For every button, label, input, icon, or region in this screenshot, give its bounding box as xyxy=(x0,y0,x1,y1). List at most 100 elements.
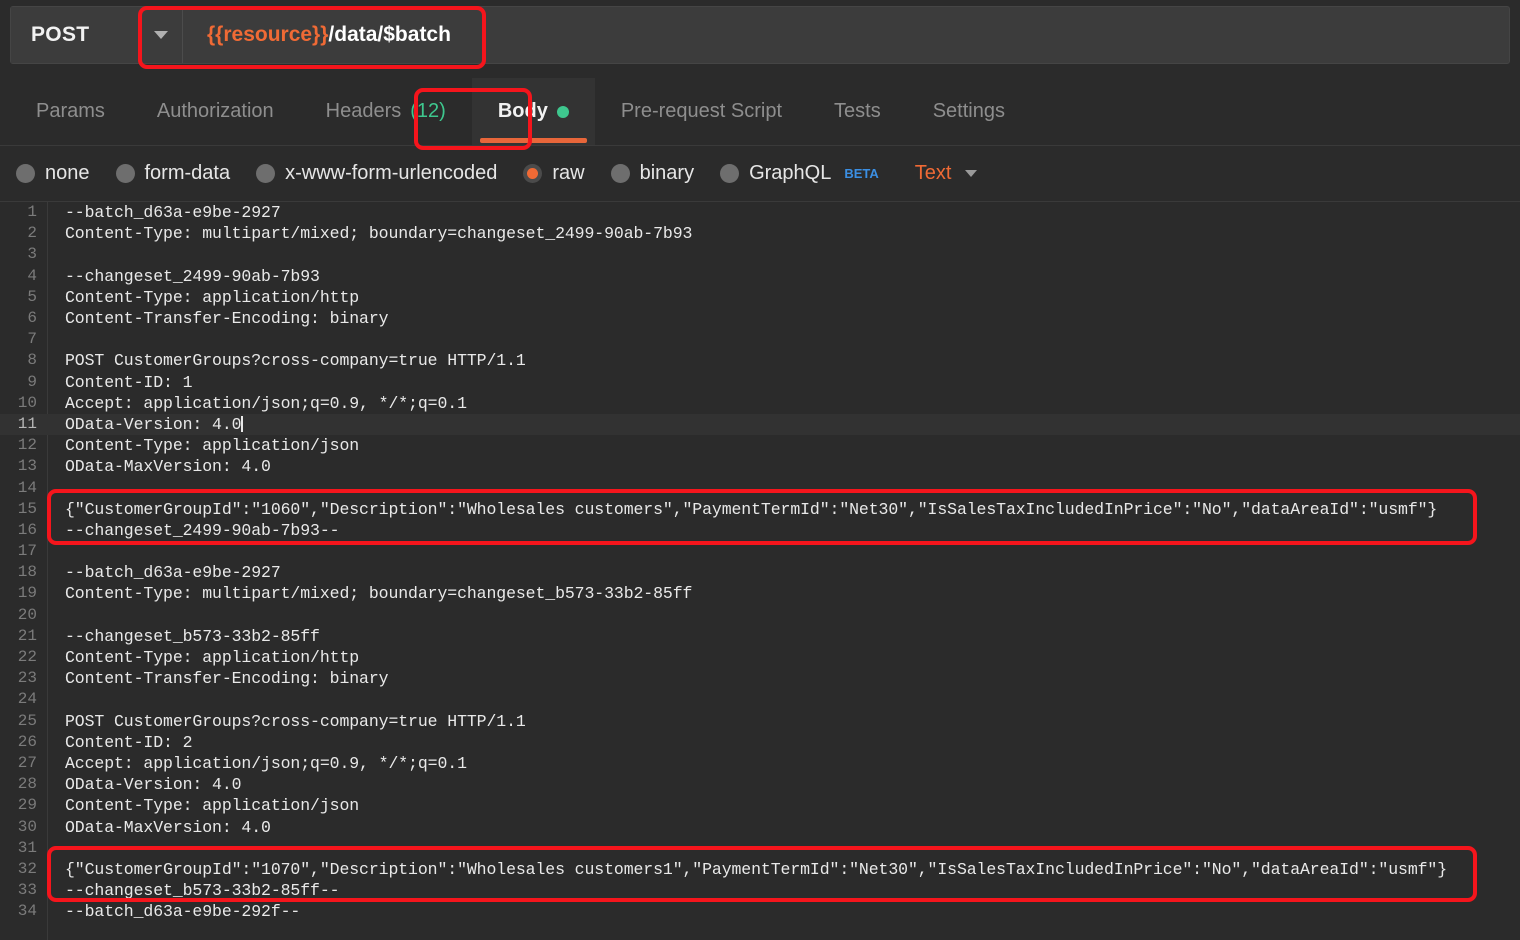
raw-body-editor[interactable]: 1 --batch_d63a-e9be-2927 2 Content-Type: mu… xyxy=(0,202,1520,940)
http-method-label[interactable]: POST xyxy=(11,7,139,63)
code-line[interactable]: 14 xyxy=(0,477,1520,498)
line-text: Content-Transfer-Encoding: binary xyxy=(65,309,389,329)
line-text: Content-Type: multipart/mixed; boundary=… xyxy=(65,224,693,244)
line-number: 3 xyxy=(27,245,37,264)
code-line[interactable]: 11 OData-Version: 4.0 xyxy=(0,413,1520,436)
line-number: 21 xyxy=(17,626,37,645)
line-number: 10 xyxy=(17,393,37,412)
body-type-graphql-label: GraphQL xyxy=(749,162,832,184)
code-line[interactable]: 6 Content-Transfer-Encoding: binary xyxy=(0,308,1520,329)
code-line[interactable]: 28 OData-Version: 4.0 xyxy=(0,774,1520,795)
line-number: 25 xyxy=(17,711,37,730)
line-number: 11 xyxy=(17,414,37,433)
line-text: OData-Version: 4.0 xyxy=(65,775,242,795)
code-line[interactable]: 21 --changeset_b573-33b2-85ff xyxy=(0,626,1520,647)
code-line[interactable]: 3 xyxy=(0,244,1520,265)
line-number: 2 xyxy=(27,224,37,243)
code-line[interactable]: 30 OData-MaxVersion: 4.0 xyxy=(0,816,1520,837)
code-line[interactable]: 26 Content-ID: 2 xyxy=(0,732,1520,753)
tab-authorization[interactable]: Authorization xyxy=(131,78,300,145)
code-line[interactable]: 16 --changeset_2499-90ab-7b93-- xyxy=(0,520,1520,541)
line-number: 16 xyxy=(17,520,37,539)
code-line[interactable]: 19 Content-Type: multipart/mixed; boundar… xyxy=(0,583,1520,604)
code-line[interactable]: 22 Content-Type: application/http xyxy=(0,647,1520,668)
body-type-raw-label: raw xyxy=(552,162,585,184)
code-line[interactable]: 32 {"CustomerGroupId":"1070","Description… xyxy=(0,859,1520,880)
code-line[interactable]: 23 Content-Transfer-Encoding: binary xyxy=(0,668,1520,689)
line-text: Accept: application/json;q=0.9, */*;q=0.… xyxy=(65,753,467,773)
code-line[interactable]: 34 --batch_d63a-e9be-292f-- xyxy=(0,901,1520,922)
line-text: {"CustomerGroupId":"1060","Description":… xyxy=(65,499,1438,519)
code-line[interactable]: 10 Accept: application/json;q=0.9, */*;q=… xyxy=(0,393,1520,414)
code-line[interactable]: 15 {"CustomerGroupId":"1060","Description… xyxy=(0,499,1520,520)
code-line[interactable]: 17 xyxy=(0,541,1520,562)
body-type-options: none form-data x-www-form-urlencoded raw… xyxy=(0,146,1520,202)
code-line[interactable]: 9 Content-ID: 1 xyxy=(0,372,1520,393)
body-type-none[interactable]: none xyxy=(16,162,90,185)
line-number: 4 xyxy=(27,266,37,285)
postman-request-pane: POST {{resource}}/data/$batch Params Aut… xyxy=(0,0,1520,940)
code-line[interactable]: 29 Content-Type: application/json xyxy=(0,795,1520,816)
tab-body-label: Body xyxy=(497,100,548,122)
tab-headers[interactable]: Headers (12) xyxy=(300,78,472,145)
code-line[interactable]: 12 Content-Type: application/json xyxy=(0,435,1520,456)
code-line[interactable]: 8 POST CustomerGroups?cross-company=true … xyxy=(0,350,1520,371)
code-line[interactable]: 33 --changeset_b573-33b2-85ff-- xyxy=(0,880,1520,901)
line-text: OData-Version: 4.0 xyxy=(65,414,243,434)
body-type-binary-label: binary xyxy=(639,162,695,184)
line-number: 15 xyxy=(17,499,37,518)
code-line[interactable]: 2 Content-Type: multipart/mixed; boundary… xyxy=(0,223,1520,244)
url-bar-inner: POST {{resource}}/data/$batch xyxy=(10,6,1510,64)
tab-params[interactable]: Params xyxy=(10,78,131,145)
tab-tests[interactable]: Tests xyxy=(808,78,907,145)
line-text: Content-ID: 2 xyxy=(65,732,193,752)
url-variable-token: {{resource}} xyxy=(207,23,329,46)
tab-settings-label: Settings xyxy=(932,100,1005,122)
code-line[interactable]: 18 --batch_d63a-e9be-2927 xyxy=(0,562,1520,583)
tab-settings[interactable]: Settings xyxy=(907,78,1031,145)
code-line[interactable]: 25 POST CustomerGroups?cross-company=true… xyxy=(0,711,1520,732)
tab-headers-label: Headers xyxy=(325,100,402,122)
body-type-form-data-label: form-data xyxy=(144,162,231,184)
tab-pre-request-script-label: Pre-request Script xyxy=(620,100,783,122)
code-line[interactable]: 5 Content-Type: application/http xyxy=(0,287,1520,308)
code-line[interactable]: 13 OData-MaxVersion: 4.0 xyxy=(0,456,1520,477)
line-text: POST CustomerGroups?cross-company=true H… xyxy=(65,351,526,371)
line-number: 34 xyxy=(17,902,37,921)
radio-icon xyxy=(610,164,630,183)
url-input[interactable]: {{resource}}/data/$batch xyxy=(183,7,1509,63)
body-type-x-www-form-urlencoded[interactable]: x-www-form-urlencoded xyxy=(256,162,497,185)
line-number: 22 xyxy=(17,648,37,667)
line-text: Content-Type: application/json xyxy=(65,436,360,456)
line-number: 9 xyxy=(27,372,37,391)
code-line[interactable]: 20 xyxy=(0,605,1520,626)
line-number: 29 xyxy=(17,796,37,815)
radio-icon xyxy=(720,164,740,183)
code-line[interactable]: 4 --changeset_2499-90ab-7b93 xyxy=(0,266,1520,287)
line-text: {"CustomerGroupId":"1070","Description":… xyxy=(65,859,1448,879)
line-text: POST CustomerGroups?cross-company=true H… xyxy=(65,711,526,731)
line-number: 17 xyxy=(17,542,37,561)
tab-pre-request-script[interactable]: Pre-request Script xyxy=(595,78,808,145)
body-type-form-data[interactable]: form-data xyxy=(115,162,231,185)
line-number: 8 xyxy=(27,351,37,370)
line-number: 26 xyxy=(17,732,37,751)
body-type-graphql[interactable]: GraphQL BETA xyxy=(720,162,879,185)
line-number: 19 xyxy=(17,584,37,603)
code-line[interactable]: 31 xyxy=(0,838,1520,859)
code-line[interactable]: 27 Accept: application/json;q=0.9, */*;q=… xyxy=(0,753,1520,774)
raw-format-value: Text xyxy=(914,162,952,184)
method-dropdown-toggle[interactable] xyxy=(139,7,183,63)
body-type-binary[interactable]: binary xyxy=(610,162,695,185)
raw-format-select[interactable]: Text xyxy=(915,162,978,185)
code-line[interactable]: 24 xyxy=(0,689,1520,710)
green-status-dot-icon xyxy=(556,105,569,118)
line-text: --changeset_b573-33b2-85ff-- xyxy=(65,881,340,901)
line-number: 5 xyxy=(27,287,37,306)
text-cursor xyxy=(241,415,243,432)
body-type-raw[interactable]: raw xyxy=(523,162,585,185)
code-line[interactable]: 1 --batch_d63a-e9be-2927 xyxy=(0,202,1520,223)
code-line[interactable]: 7 xyxy=(0,329,1520,350)
editor-lines[interactable]: 1 --batch_d63a-e9be-2927 2 Content-Type: mu… xyxy=(0,202,1520,922)
tab-body[interactable]: Body xyxy=(471,78,595,145)
